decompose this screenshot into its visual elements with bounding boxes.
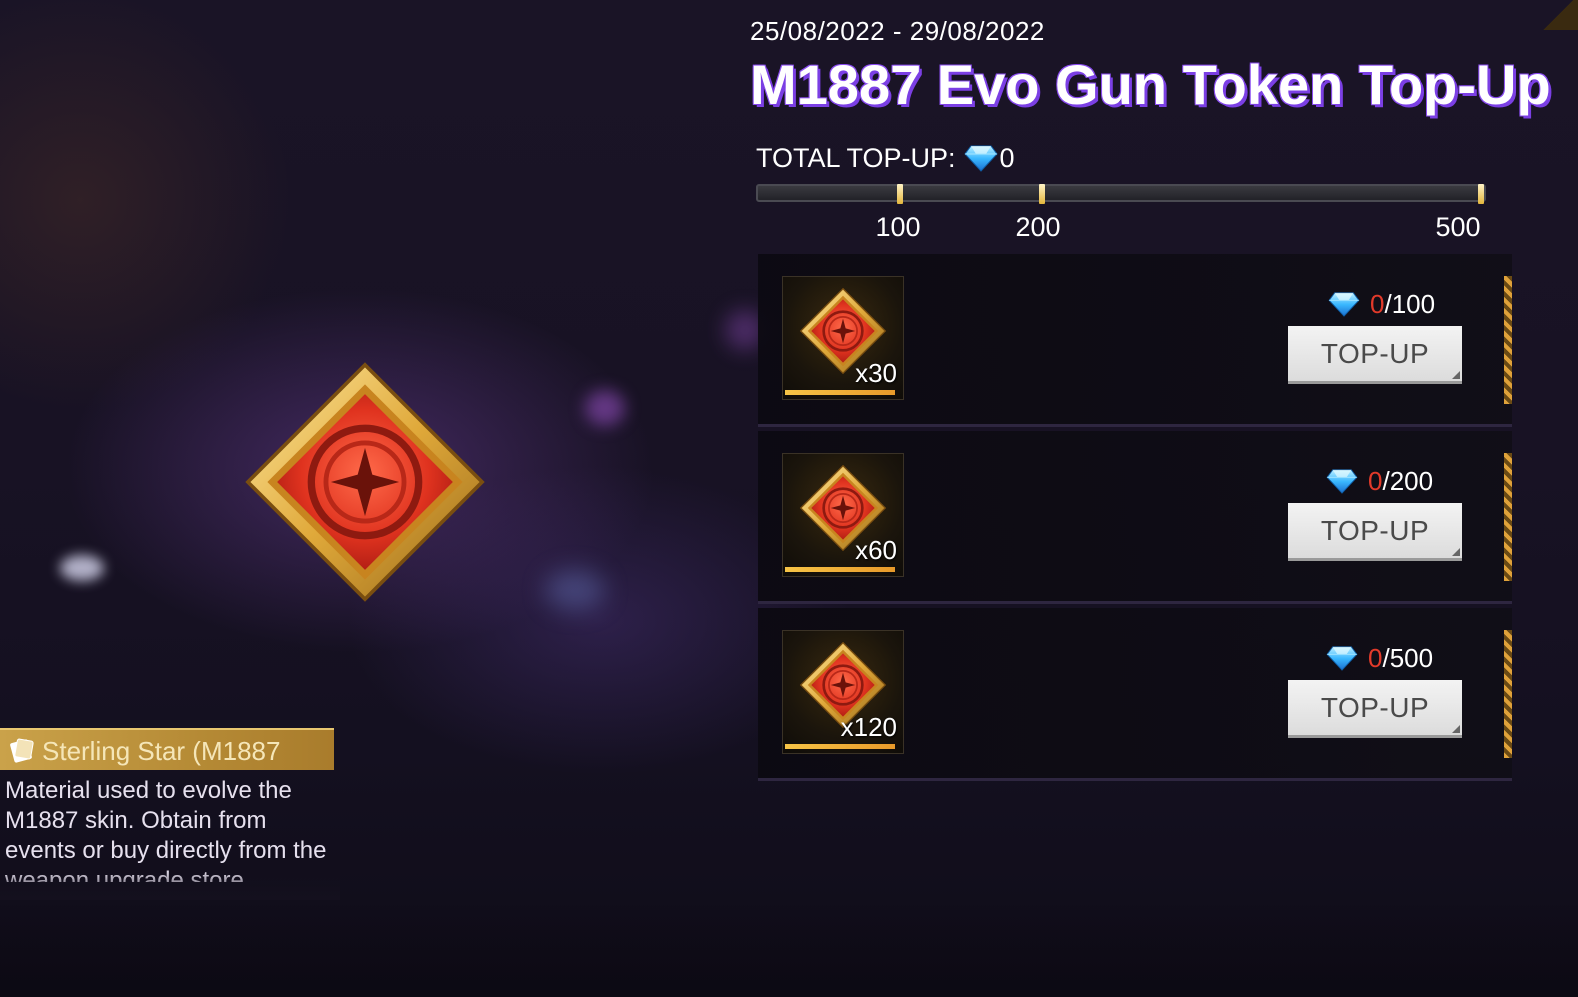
background-light: [585, 390, 625, 426]
row-stripe: [1504, 453, 1512, 581]
total-topup-value: 0: [999, 142, 1015, 173]
milestone-label: 500: [1435, 212, 1481, 242]
requirement: 0/200: [1326, 465, 1433, 497]
requirement-target: /500: [1382, 642, 1434, 673]
item-name-banner: Sterling Star (M1887: [0, 728, 334, 770]
reward-row: x60 0/200 TOP-UP: [758, 431, 1512, 604]
reward-quantity: x120: [840, 712, 897, 742]
total-topup-label: TOTAL TOP-UP:: [756, 142, 956, 173]
reward-quantity: x60: [855, 535, 897, 565]
diamond-icon: [964, 144, 998, 172]
bottom-shade: [0, 900, 1578, 997]
diamond-icon: [1326, 645, 1358, 671]
requirement-current: 0: [1368, 465, 1383, 496]
reward-row: x30 0/100 TOP-UP: [758, 254, 1512, 427]
requirement-target: /100: [1384, 288, 1436, 319]
milestone-tick: [1039, 184, 1045, 204]
item-description: Material used to evolve the M1887 skin. …: [5, 777, 327, 882]
total-topup: TOTAL TOP-UP: 0: [756, 140, 1015, 176]
rarity-bar: [785, 390, 895, 395]
reward-row: x120 0/500 TOP-UP: [758, 608, 1512, 781]
topup-button[interactable]: TOP-UP: [1288, 680, 1462, 738]
row-stripe: [1504, 630, 1512, 758]
milestone-label: 100: [875, 212, 921, 242]
reward-item[interactable]: x120: [782, 630, 904, 754]
requirement-current: 0: [1368, 642, 1383, 673]
row-stripe: [1504, 276, 1512, 404]
requirement-target: /200: [1382, 465, 1434, 496]
corner-decoration: [1538, 0, 1578, 30]
event-date-range: 25/08/2022 - 29/08/2022: [750, 16, 1045, 46]
milestone-label: 200: [1015, 212, 1061, 242]
rarity-bar: [785, 744, 895, 749]
background-light: [545, 570, 605, 610]
description-fade: [0, 870, 340, 900]
sterling-star-token-icon: [243, 360, 487, 604]
rarity-bar: [785, 567, 895, 572]
item-name: Sterling Star (M1887: [42, 736, 281, 766]
topup-button[interactable]: TOP-UP: [1288, 326, 1462, 384]
topup-button[interactable]: TOP-UP: [1288, 503, 1462, 561]
milestone-tick: [897, 184, 903, 204]
requirement: 0/100: [1328, 288, 1435, 320]
event-title: M1887 Evo Gun Token Top-Up: [750, 53, 1551, 116]
topup-progress-bar: [756, 184, 1486, 202]
ticket-icon: [10, 738, 34, 763]
reward-quantity: x30: [855, 358, 897, 388]
requirement-current: 0: [1370, 288, 1385, 319]
background-light: [60, 555, 104, 581]
diamond-icon: [1326, 468, 1358, 494]
reward-item[interactable]: x30: [782, 276, 904, 400]
reward-item[interactable]: x60: [782, 453, 904, 577]
diamond-icon: [1328, 291, 1360, 317]
requirement: 0/500: [1326, 642, 1433, 674]
milestone-tick: [1478, 184, 1484, 204]
